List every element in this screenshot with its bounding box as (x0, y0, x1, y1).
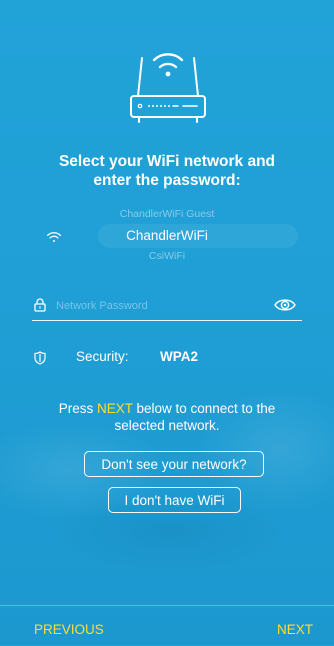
security-label: Security: (76, 349, 129, 364)
instructions-after: below to connect to the (132, 401, 276, 416)
instructions-next-highlight: NEXT (96, 401, 133, 416)
instructions-text: Press NEXT below to connect to the selec… (0, 400, 334, 434)
shield-icon (34, 351, 46, 365)
instructions-before: Press (58, 401, 97, 416)
title-line-2: enter the password: (93, 172, 241, 189)
password-input[interactable] (54, 295, 258, 317)
network-picker[interactable]: ChandlerWiFi Guest ChandlerWiFi CsiWiFi (0, 208, 334, 268)
password-row (32, 294, 302, 321)
security-value: WPA2 (160, 349, 199, 364)
previous-button[interactable]: PREVIOUS (34, 622, 104, 637)
eye-icon[interactable] (274, 297, 296, 313)
next-button[interactable]: NEXT (277, 622, 313, 637)
lock-icon (34, 298, 46, 312)
instructions-line-2: selected network. (114, 418, 220, 433)
dont-see-network-button[interactable]: Don't see your network? (84, 451, 264, 477)
network-option-previous[interactable]: ChandlerWiFi Guest (0, 208, 334, 220)
router-icon (130, 53, 206, 123)
no-wifi-button[interactable]: I don't have WiFi (108, 487, 241, 513)
footer-nav: PREVIOUS NEXT (0, 605, 334, 646)
network-option-selected[interactable]: ChandlerWiFi (0, 228, 334, 243)
instructions-line-1: Press NEXT below to connect to the (0, 400, 334, 417)
title-line-1: Select your WiFi network and (58, 153, 276, 170)
page-title: Select your WiFi network and enter the p… (0, 152, 334, 190)
network-option-next[interactable]: CsiWiFi (0, 250, 334, 262)
